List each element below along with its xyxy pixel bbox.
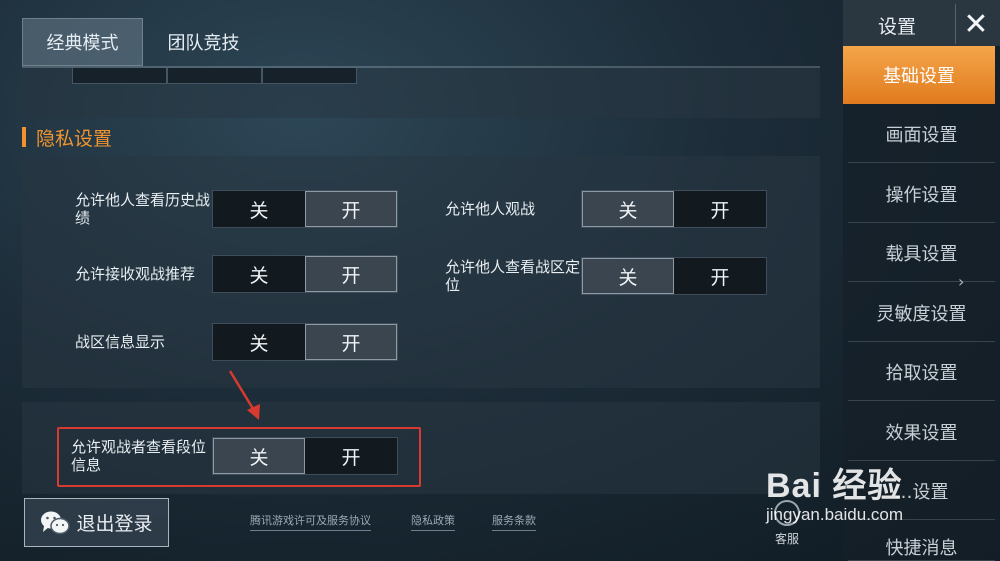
setting-label: 允许他人查看战区定位 [445,258,581,294]
toggle-region-location: 关 开 [581,257,767,295]
tab-classic-mode[interactable]: 经典模式 [22,18,143,66]
setting-region-display: 战区信息显示 关 开 [75,323,398,361]
watermark-url: jingyan.baidu.com [766,505,904,524]
option-off[interactable]: 关 [213,191,305,227]
footer-links: 服务条款 [492,512,536,531]
customer-service-label: 客服 [774,532,799,546]
tab-team-deathmatch[interactable]: 团队竞技 [143,18,264,66]
close-icon: ✕ [963,6,989,42]
link-license-agreement[interactable]: 腾讯游戏许可及服务协议 [250,512,371,531]
clipped-toggle-row [72,68,357,84]
option-off[interactable]: 关 [213,324,305,360]
toggle-spectate-recommend: 关 开 [212,255,398,293]
chevron-right-icon: › [958,272,965,291]
sidebar-item-pickup[interactable]: 拾取设置 [848,343,995,401]
baidu-watermark: Bai 经验 jingyan.baidu.com [766,458,986,525]
toggle-spectate: 关 开 [581,190,767,228]
privacy-section-header: 隐私设置 [22,122,112,152]
close-button[interactable]: ✕ [955,4,996,44]
link-terms-of-service[interactable]: 服务条款 [492,512,536,531]
setting-spectate: 允许他人观战 关 开 [445,190,767,228]
setting-label: 允许他人观战 [445,200,536,218]
option-on[interactable]: 开 [305,191,397,227]
section-marker [22,127,26,147]
sidebar-item-controls[interactable]: 操作设置 [848,165,995,223]
option-on[interactable]: 开 [674,258,766,294]
logout-label: 退出登录 [76,513,153,535]
sidebar-item-quick-messages[interactable]: 快捷消息 [848,522,995,561]
option-on[interactable]: 开 [674,191,766,227]
link-privacy-policy[interactable]: 隐私政策 [411,512,455,531]
setting-label: 允许接收观战推荐 [75,265,196,283]
clipped-option[interactable] [72,68,167,84]
clipped-option[interactable] [262,68,357,84]
setting-spectate-recommend: 允许接收观战推荐 关 开 [75,255,398,293]
setting-label: 战区信息显示 [75,333,166,351]
section-title: 隐私设置 [36,127,113,150]
setting-label: 允许他人查看历史战绩 [75,191,211,227]
footer-links: 隐私政策 [411,512,455,531]
settings-content[interactable]: 隐私设置 允许他人查看历史战绩 关 开 允许他人观战 关 开 允许接收观战推荐 … [22,68,820,561]
setting-history: 允许他人查看历史战绩 关 开 [75,190,398,228]
annotation-arrow-icon [228,370,260,420]
option-on[interactable]: 开 [305,324,397,360]
sidebar-title: 设置 [878,16,917,38]
sidebar-item-effects[interactable]: 效果设置 [848,403,995,461]
sidebar-item-basic[interactable]: 基础设置 [843,46,995,104]
option-off[interactable]: 关 [213,256,305,292]
sidebar-item-graphics[interactable]: 画面设置 [848,105,995,163]
sidebar-item-sensitivity[interactable]: 灵敏度设置 [848,284,995,342]
mode-tabs: 经典模式 团队竞技 [22,18,264,66]
sidebar-item-vehicle[interactable]: 载具设置 [848,224,995,282]
logout-button[interactable]: 退出登录 [24,498,169,547]
footer-links: 腾讯游戏许可及服务协议 [250,512,371,531]
clipped-option[interactable] [167,68,262,84]
option-off[interactable]: 关 [582,191,674,227]
option-on[interactable]: 开 [305,256,397,292]
toggle-region-display: 关 开 [212,323,398,361]
watermark-logo: Bai 经验 [766,467,903,505]
option-off[interactable]: 关 [582,258,674,294]
highlight-box [57,427,421,487]
setting-region-location: 允许他人查看战区定位 关 开 [445,257,767,295]
toggle-history: 关 开 [212,190,398,228]
wechat-icon [41,511,71,534]
